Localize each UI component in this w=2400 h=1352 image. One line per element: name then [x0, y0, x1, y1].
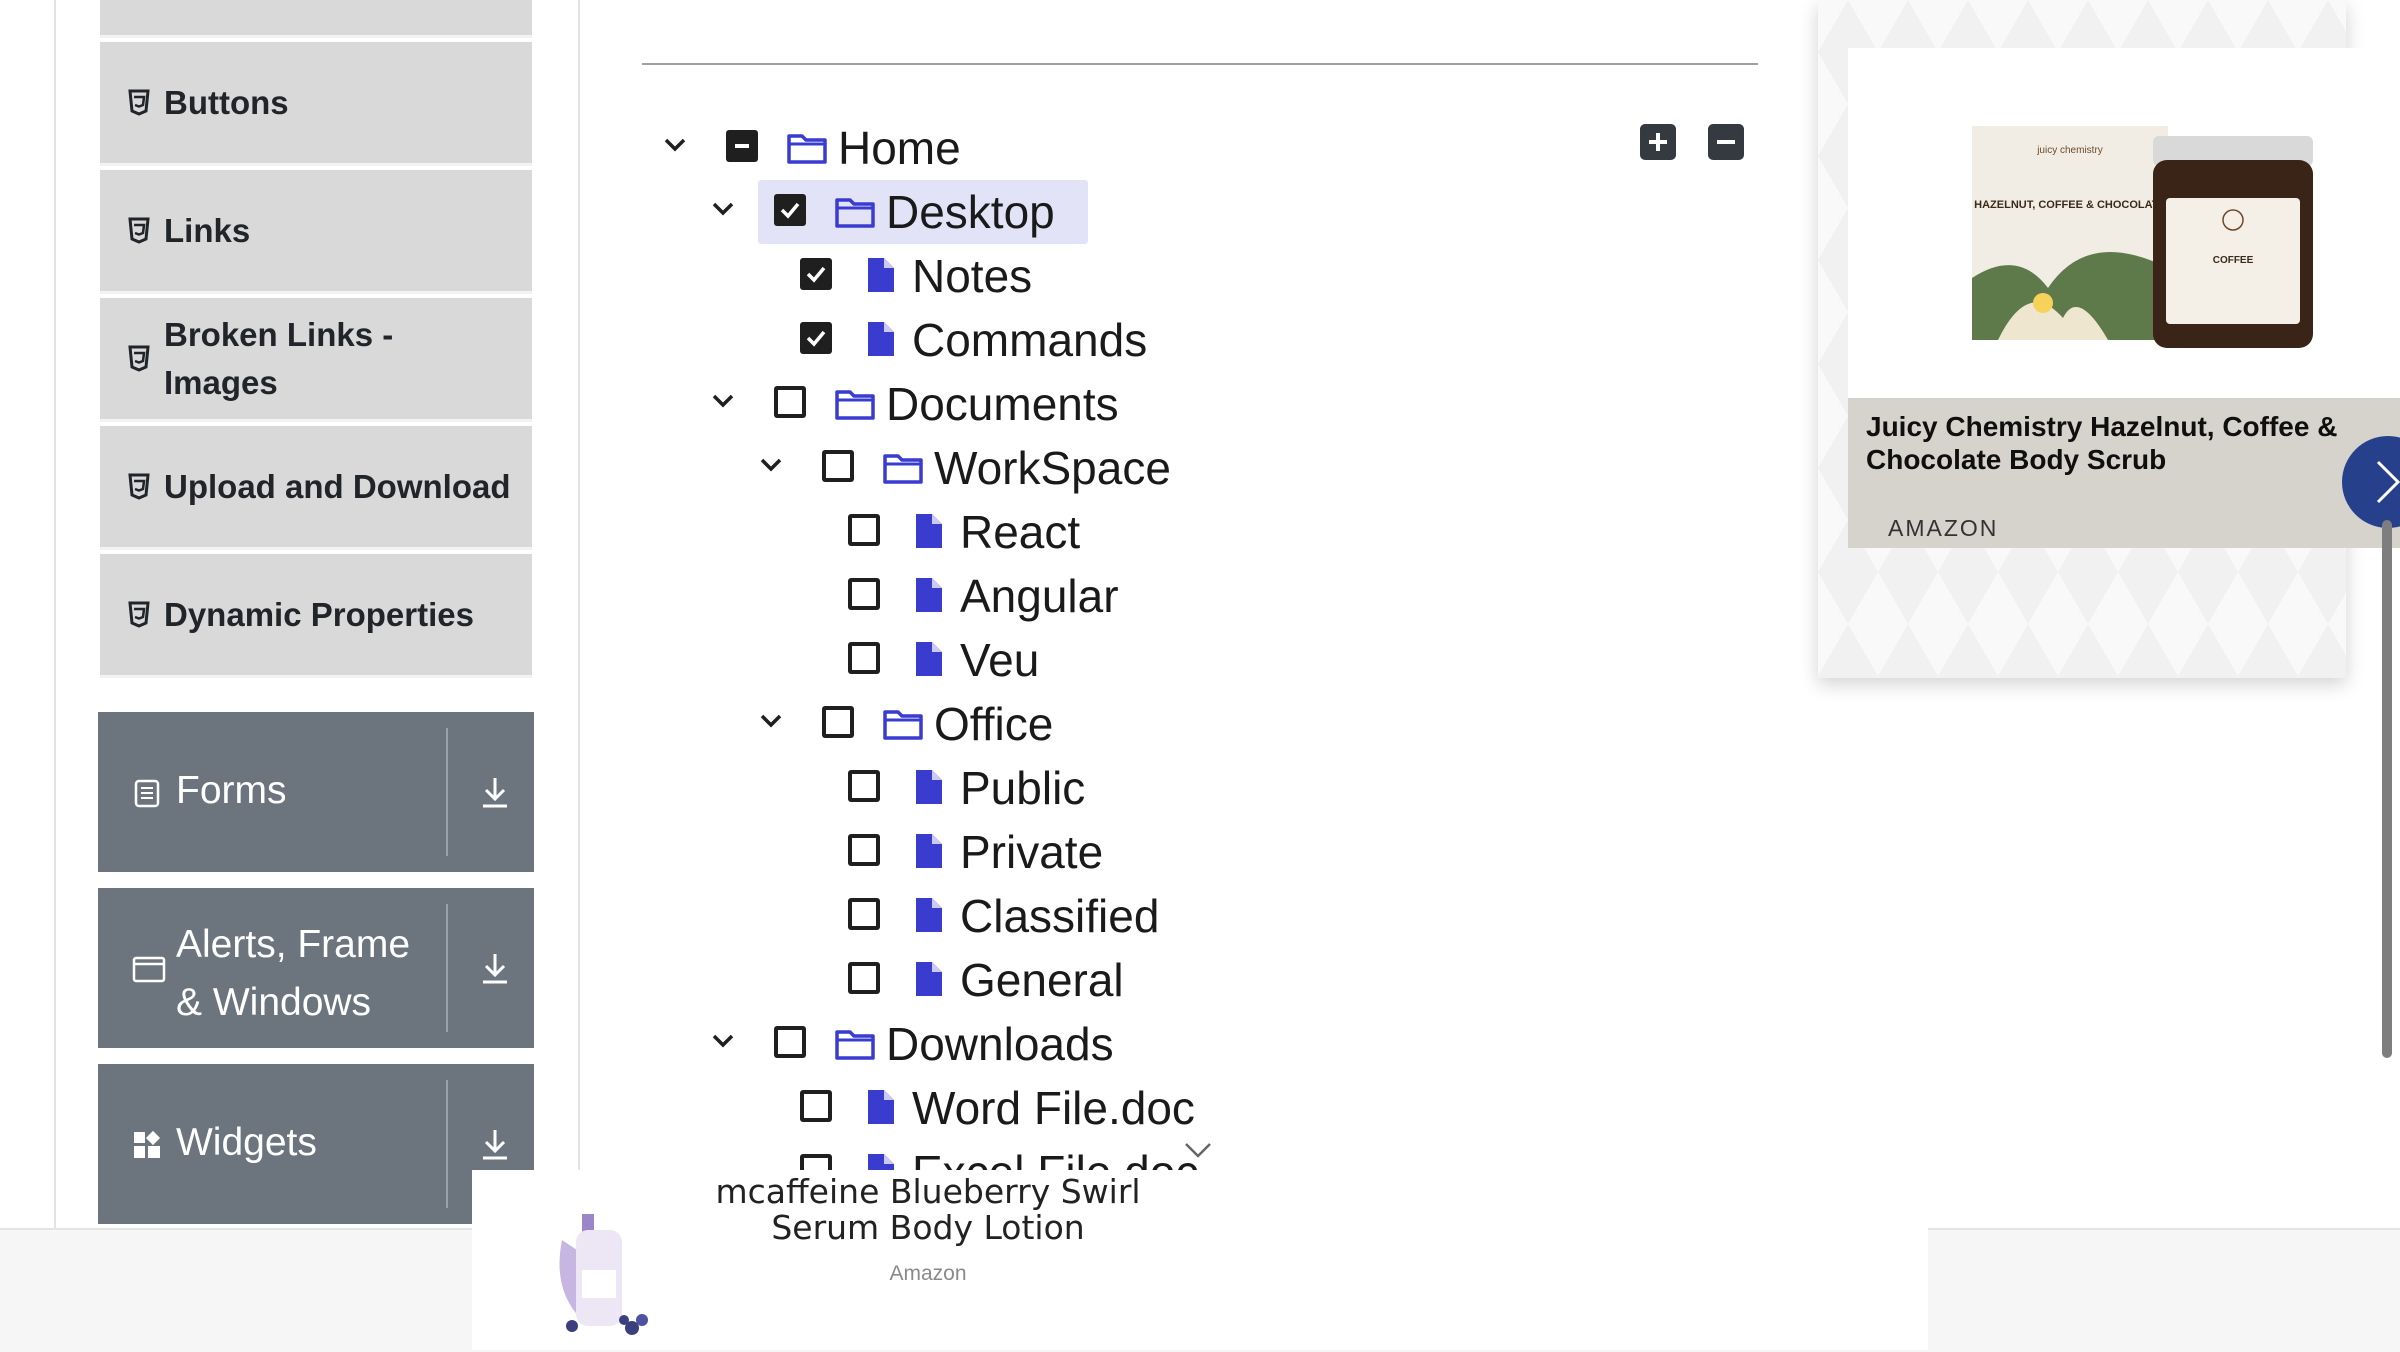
tree-node-label[interactable]: WorkSpace [934, 438, 1171, 498]
file-icon [916, 898, 942, 932]
tree-node-label[interactable]: Documents [886, 374, 1119, 434]
file-icon [868, 1090, 894, 1124]
tree-node-label[interactable]: Desktop [886, 182, 1055, 242]
tree-node-label[interactable]: Notes [912, 246, 1032, 306]
checkbox[interactable] [848, 962, 880, 994]
file-icon [868, 1154, 894, 1172]
tree-node-home[interactable]: Home [0, 118, 1200, 178]
chevron-down-icon[interactable] [756, 706, 786, 736]
box-label-text: HAZELNUT, COFFEE & CHOCOLATE [1974, 199, 2166, 211]
tree-node-label[interactable]: Veu [960, 630, 1039, 690]
plus-icon [1649, 133, 1667, 151]
chevron-down-icon[interactable] [708, 386, 738, 416]
checkbox[interactable] [800, 322, 832, 354]
page-scrollbar[interactable] [2382, 520, 2392, 1058]
checkbox[interactable] [848, 834, 880, 866]
checkbox[interactable] [726, 130, 758, 162]
chevron-down-icon[interactable] [660, 130, 690, 160]
tree-node-label[interactable]: Downloads [886, 1014, 1114, 1074]
tree-node-veu[interactable]: Veu [0, 630, 1200, 690]
svg-text:COFFEE: COFFEE [2213, 255, 2254, 266]
tree-node-label[interactable]: Word File.doc [912, 1078, 1195, 1138]
file-icon [868, 258, 894, 292]
tree-node-downloads[interactable]: Downloads [0, 1014, 1200, 1074]
tree-node-private[interactable]: Private [0, 822, 1200, 882]
check-icon [806, 266, 826, 283]
tree-node-label[interactable]: Public [960, 758, 1085, 818]
checkbox[interactable] [848, 642, 880, 674]
tree-node-label[interactable]: Angular [960, 566, 1119, 626]
ad-close-icon[interactable] [1182, 1140, 1214, 1160]
checkbox[interactable] [774, 194, 806, 226]
file-icon [916, 578, 942, 612]
tree-node-commands[interactable]: Commands [0, 310, 1200, 370]
check-icon [806, 330, 826, 347]
tree-node-label[interactable]: React [960, 502, 1080, 562]
ad-caption[interactable]: Juicy Chemistry Hazelnut, Coffee & Choco… [1848, 398, 2400, 548]
dash-icon [735, 144, 749, 148]
tree-node-notes[interactable]: Notes [0, 246, 1200, 306]
folder-icon [835, 390, 875, 420]
tree-node-classified[interactable]: Classified [0, 886, 1200, 946]
ad-banner-bottom[interactable]: mcaffeine Blueberry Swirl Serum Body Lot… [472, 1170, 1928, 1350]
ad-title[interactable]: Juicy Chemistry Hazelnut, Coffee & Choco… [1866, 410, 2382, 476]
folder-icon [883, 454, 923, 484]
checkbox[interactable] [848, 578, 880, 610]
checkbox[interactable] [822, 450, 854, 482]
ad-brand: AMAZON [1888, 515, 1999, 541]
section-divider [642, 63, 1758, 65]
tree-node-react[interactable]: React [0, 502, 1200, 562]
check-icon [780, 202, 800, 219]
checkbox[interactable] [800, 258, 832, 290]
tree-node-label[interactable]: Classified [960, 886, 1159, 946]
folder-icon [787, 134, 827, 164]
tree-node-documents[interactable]: Documents [0, 374, 1200, 434]
checkbox[interactable] [774, 1026, 806, 1058]
checkbox[interactable] [800, 1090, 832, 1122]
folder-icon [883, 710, 923, 740]
bottom-ad-brand: Amazon [889, 1262, 967, 1285]
tree-node-label[interactable]: Commands [912, 310, 1147, 370]
expand-all-button[interactable] [1640, 124, 1676, 160]
folder-icon [835, 198, 875, 228]
box-logo-text: juicy chemistry [2036, 145, 2103, 156]
sidebar-item-partial[interactable] [100, 0, 532, 38]
checkbox[interactable] [848, 898, 880, 930]
tree-node-desktop[interactable]: Desktop [0, 182, 1200, 242]
product-image[interactable]: juicy chemistry HAZELNUT, COFFEE & CHOCO… [1848, 48, 2400, 398]
file-icon [916, 834, 942, 868]
folder-icon [835, 1030, 875, 1060]
tree-node-label[interactable]: Office [934, 694, 1053, 754]
tree-node-label[interactable]: Home [838, 118, 961, 178]
chevron-down-icon[interactable] [756, 450, 786, 480]
html5-icon [128, 89, 150, 116]
tree-node-excelfile[interactable]: Excel File.doc [0, 1142, 1200, 1172]
checkbox[interactable] [822, 706, 854, 738]
tree-node-label[interactable]: Private [960, 822, 1103, 882]
tree-node-general[interactable]: General [0, 950, 1200, 1010]
file-icon [916, 770, 942, 804]
file-icon [916, 642, 942, 676]
tree-node-label[interactable]: General [960, 950, 1124, 1010]
checkbox[interactable] [774, 386, 806, 418]
minus-icon [1717, 140, 1735, 144]
ad-next-button[interactable] [2342, 436, 2400, 528]
file-icon [916, 514, 942, 548]
file-icon [916, 962, 942, 996]
tree-node-angular[interactable]: Angular [0, 566, 1200, 626]
tree-node-office[interactable]: Office [0, 694, 1200, 754]
checkbox[interactable] [848, 514, 880, 546]
collapse-all-button[interactable] [1708, 124, 1744, 160]
tree-node-label[interactable]: Excel File.doc [912, 1142, 1198, 1172]
tree-node-public[interactable]: Public [0, 758, 1200, 818]
checkbox[interactable] [848, 770, 880, 802]
chevron-down-icon[interactable] [708, 1026, 738, 1056]
chevron-right-icon [2376, 460, 2400, 504]
file-icon [868, 322, 894, 356]
chevron-down-icon[interactable] [708, 194, 738, 224]
tree-node-wordfile[interactable]: Word File.doc [0, 1078, 1200, 1138]
bottom-ad-title[interactable]: mcaffeine Blueberry Swirl Serum Body Lot… [672, 1174, 1184, 1246]
tree-node-workspace[interactable]: WorkSpace [0, 438, 1200, 498]
lotion-product-image[interactable] [542, 1200, 662, 1340]
